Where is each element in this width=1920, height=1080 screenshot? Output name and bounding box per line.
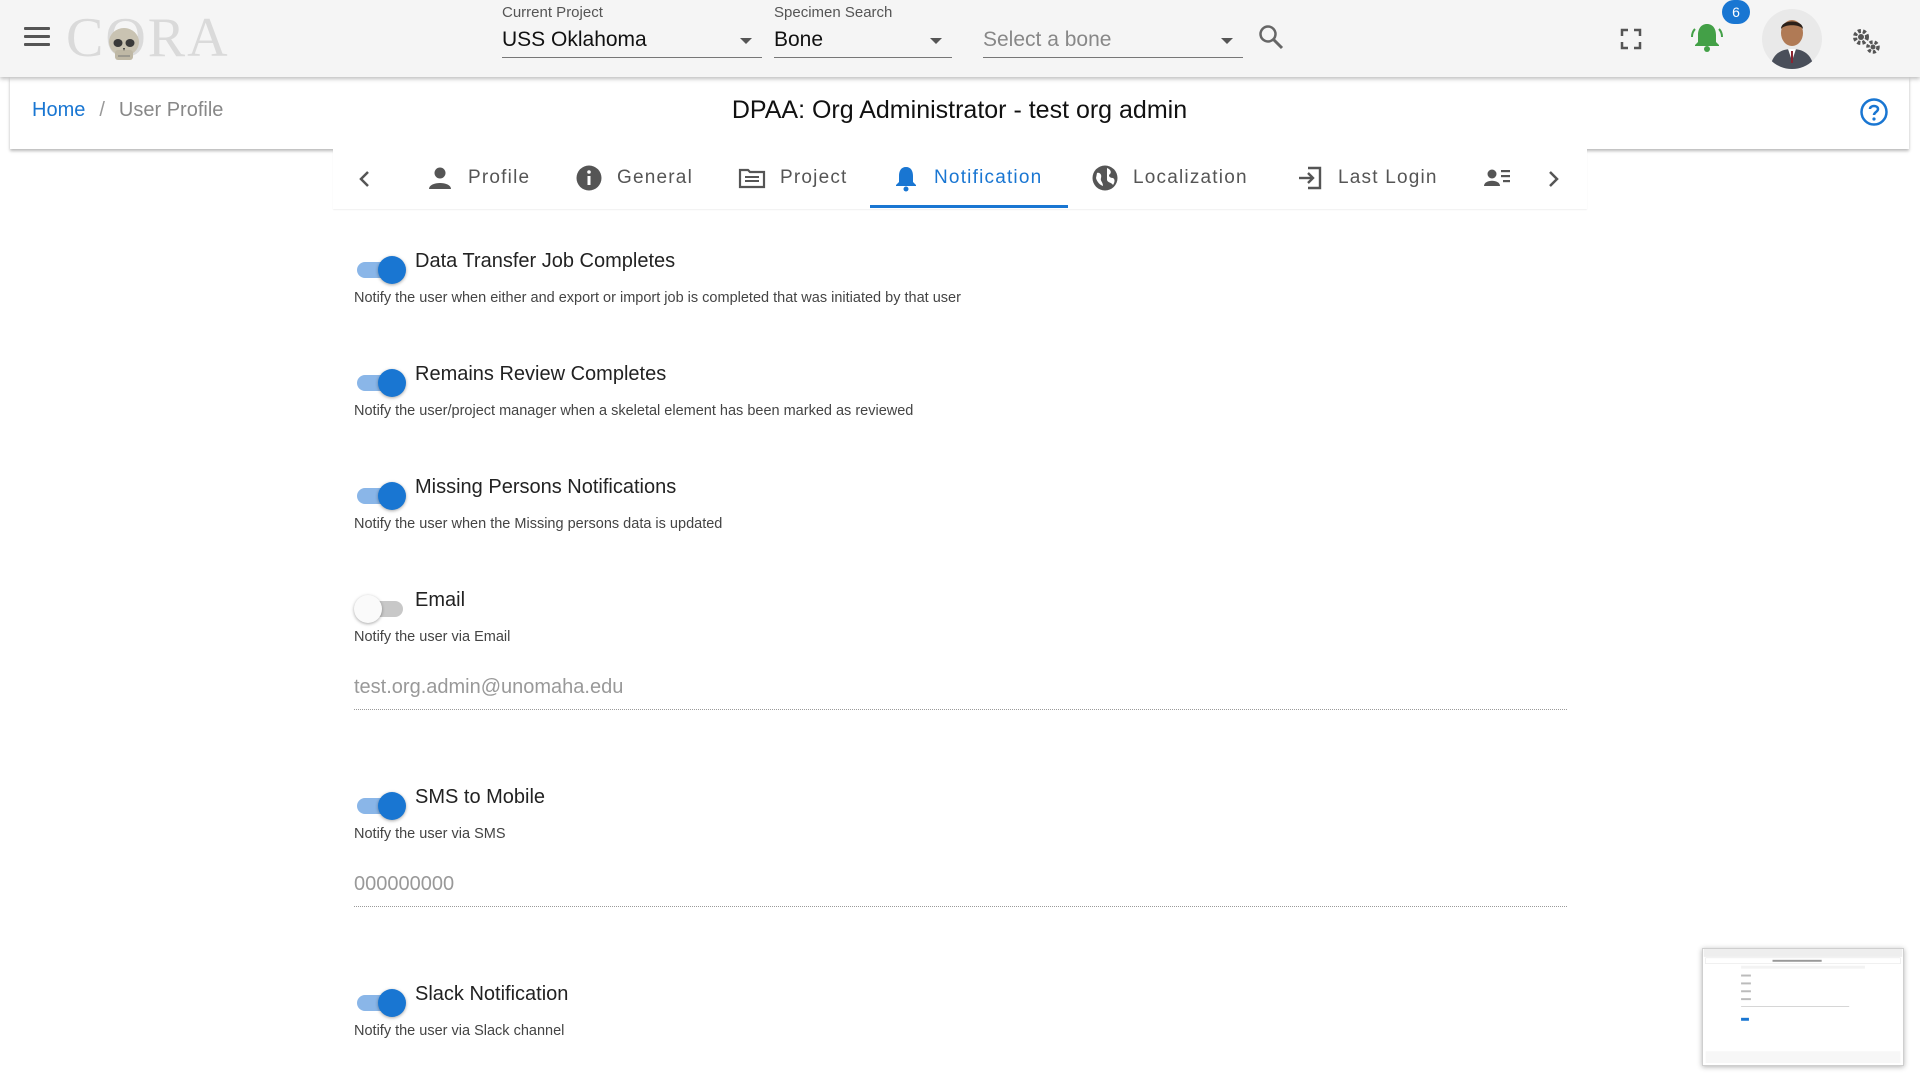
bone-select-placeholder: Select a bone — [983, 28, 1112, 51]
tab-project[interactable]: Project — [738, 149, 848, 207]
setting-description: Notify the user via Slack channel — [354, 1023, 565, 1039]
setting-title: SMS to Mobile — [415, 786, 546, 808]
person-icon — [429, 167, 451, 189]
globe-icon — [1092, 165, 1118, 191]
top-app-bar: CORA Current Project USS Oklahoma Specim… — [0, 0, 1920, 77]
setting-sms: SMS to Mobile Notify the user via SMS 00… — [354, 786, 1569, 908]
avatar[interactable] — [1762, 9, 1822, 69]
specimen-search-value: Bone — [774, 28, 824, 51]
setting-title: Missing Persons Notifications — [415, 476, 677, 498]
page-title: DPAA: Org Administrator - test org admin — [731, 96, 1188, 124]
setting-title: Remains Review Completes — [415, 363, 667, 385]
help-icon[interactable] — [1859, 97, 1889, 127]
search-icon[interactable] — [1258, 24, 1284, 50]
tab-label: Localization — [1133, 167, 1248, 188]
setting-description: Notify the user/project manager when a s… — [354, 403, 914, 419]
current-project-label: Current Project — [502, 4, 603, 21]
chevron-right-icon[interactable] — [1541, 167, 1565, 191]
setting-description: Notify the user via Email — [354, 629, 511, 645]
fullscreen-icon[interactable] — [1620, 28, 1642, 50]
project-icon — [738, 168, 766, 189]
gears-icon[interactable] — [1850, 26, 1882, 56]
tab-label: Notification — [934, 167, 1043, 188]
data-transfer-toggle[interactable] — [354, 254, 406, 284]
bone-select[interactable]: Select a bone — [983, 4, 1243, 58]
tab-person-list[interactable] — [1483, 149, 1525, 207]
active-tab-indicator — [870, 205, 1068, 208]
info-icon — [576, 165, 602, 191]
breadcrumb-bar: Home / User Profile DPAA: Org Administrato… — [10, 77, 1909, 149]
sms-toggle[interactable] — [354, 790, 406, 820]
tab-localization[interactable]: Localization — [1091, 149, 1248, 207]
notification-count-badge: 6 — [1722, 0, 1750, 24]
mobile-number-value: 000000000 — [354, 873, 455, 895]
slack-toggle[interactable] — [354, 987, 406, 1017]
setting-description: Notify the user when the Missing persons… — [354, 516, 723, 532]
app-logo[interactable]: CORA — [66, 8, 236, 68]
current-project-value: USS Oklahoma — [502, 28, 647, 51]
tab-label: Last Login — [1338, 167, 1438, 188]
tab-profile[interactable]: Profile — [426, 149, 530, 207]
chevron-left-icon[interactable] — [353, 167, 377, 191]
person-list-icon — [1484, 169, 1510, 186]
specimen-search-select[interactable]: Specimen Search Bone — [774, 4, 952, 58]
tab-notification[interactable]: Notification — [892, 149, 1042, 207]
missing-persons-toggle[interactable] — [354, 480, 406, 510]
setting-title: Slack Notification — [415, 983, 569, 1005]
tab-label: General — [617, 167, 693, 188]
setting-missing-persons: Missing Persons Notifications Notify the… — [354, 476, 1569, 536]
mobile-number-field[interactable]: 000000000 — [354, 869, 1567, 907]
remains-review-toggle[interactable] — [354, 367, 406, 397]
screenshot-thumbnail[interactable] — [1702, 948, 1904, 1066]
setting-data-transfer: Data Transfer Job Completes Notify the u… — [354, 250, 1569, 310]
setting-email: Email Notify the user via Email test.org… — [354, 589, 1569, 711]
chevron-down-icon — [740, 38, 752, 44]
bell-icon — [896, 167, 916, 192]
tab-general[interactable]: General — [575, 149, 693, 207]
setting-title: Email — [415, 589, 466, 611]
tab-label: Profile — [468, 167, 531, 188]
menu-icon[interactable] — [24, 27, 50, 49]
specimen-search-label: Specimen Search — [774, 4, 893, 21]
setting-remains-review: Remains Review Completes Notify the user… — [354, 363, 1569, 423]
setting-description: Notify the user via SMS — [354, 826, 506, 842]
login-icon — [1299, 166, 1322, 190]
profile-tabs: Profile General Project Notification Loc… — [333, 149, 1587, 209]
email-field[interactable]: test.org.admin@unomaha.edu — [354, 672, 1567, 710]
setting-slack: Slack Notification Notify the user via S… — [354, 983, 1569, 1043]
email-field-value: test.org.admin@unomaha.edu — [354, 676, 624, 698]
tab-last-login[interactable]: Last Login — [1296, 149, 1438, 207]
logo-text: CORA — [66, 7, 230, 69]
chevron-down-icon — [930, 38, 942, 44]
chevron-down-icon — [1221, 38, 1233, 44]
bell-icon[interactable] — [1690, 20, 1724, 54]
setting-title: Data Transfer Job Completes — [415, 250, 676, 272]
current-project-select[interactable]: Current Project USS Oklahoma — [502, 4, 762, 58]
setting-description: Notify the user when either and export o… — [354, 290, 961, 306]
email-toggle[interactable] — [354, 593, 406, 623]
skull-icon — [109, 28, 139, 60]
tab-label: Project — [780, 167, 848, 188]
